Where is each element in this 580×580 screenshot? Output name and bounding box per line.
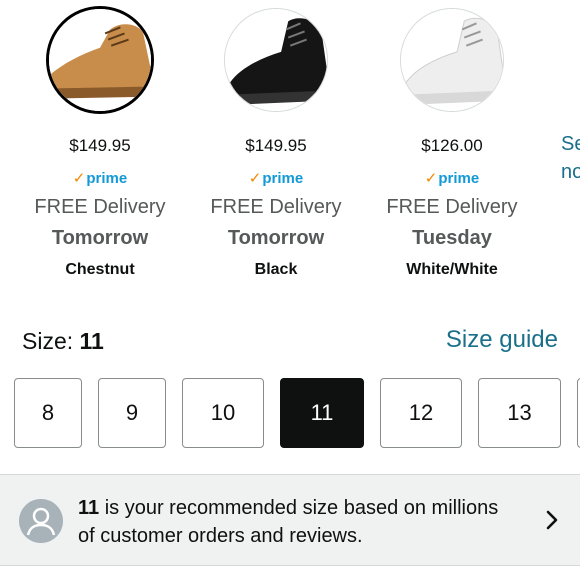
prime-label: prime bbox=[438, 170, 480, 187]
delivery-day: Tomorrow bbox=[51, 227, 149, 249]
delivery-day: Tuesday bbox=[412, 227, 492, 249]
recommendation-message: is your recommended size based on millio… bbox=[78, 497, 499, 547]
prime-label: prime bbox=[86, 170, 128, 187]
see-more-line-2: no bbox=[561, 161, 580, 183]
delivery-text: FREE Delivery bbox=[210, 196, 342, 218]
color-name: Chestnut bbox=[65, 261, 135, 278]
prime-badge: ✓prime bbox=[364, 169, 540, 187]
white-boot-image[interactable] bbox=[400, 8, 504, 112]
boot-icon bbox=[225, 9, 327, 111]
chevron-right-icon[interactable] bbox=[544, 509, 560, 531]
recommended-size: 11 bbox=[78, 497, 100, 519]
delivery-text: FREE Delivery bbox=[34, 196, 166, 218]
see-more-link[interactable]: Se no bbox=[561, 130, 580, 186]
prime-check-icon: ✓ bbox=[72, 170, 86, 187]
color-options: $149.95 ✓prime FREE Delivery Tomorrow Ch… bbox=[0, 0, 580, 300]
see-more-line-1: Se bbox=[561, 133, 580, 155]
prime-badge: ✓prime bbox=[188, 169, 364, 187]
delivery-day: Tomorrow bbox=[227, 227, 325, 249]
size-button-8[interactable]: 8 bbox=[14, 378, 82, 448]
prime-badge: ✓prime bbox=[12, 169, 188, 187]
price: $126.00 bbox=[421, 136, 483, 155]
price: $149.95 bbox=[245, 136, 307, 155]
user-avatar-icon bbox=[19, 499, 63, 543]
black-boot-image[interactable] bbox=[224, 8, 328, 112]
boot-icon bbox=[49, 9, 151, 111]
size-selector: 8 9 10 11 12 13 bbox=[0, 378, 580, 450]
person-icon bbox=[19, 499, 63, 543]
size-guide-link[interactable]: Size guide bbox=[446, 326, 558, 354]
prime-check-icon: ✓ bbox=[248, 170, 262, 187]
size-button-9[interactable]: 9 bbox=[98, 378, 166, 448]
prime-check-icon: ✓ bbox=[424, 170, 438, 187]
selected-size-value: 11 bbox=[79, 328, 104, 354]
size-label: Size: 11 bbox=[22, 328, 104, 355]
size-recommendation-banner[interactable]: 11 is your recommended size based on mil… bbox=[0, 474, 580, 566]
size-button-12[interactable]: 12 bbox=[380, 378, 462, 448]
recommendation-text: 11 is your recommended size based on mil… bbox=[78, 494, 518, 550]
size-button-11[interactable]: 11 bbox=[280, 378, 364, 448]
prime-label: prime bbox=[262, 170, 304, 187]
boot-icon bbox=[401, 9, 503, 111]
size-button-13[interactable]: 13 bbox=[478, 378, 561, 448]
color-name: White/White bbox=[406, 261, 498, 278]
size-button-10[interactable]: 10 bbox=[182, 378, 264, 448]
size-header: Size: 11 Size guide bbox=[22, 326, 580, 360]
size-label-text: Size: bbox=[22, 328, 74, 354]
price: $149.95 bbox=[69, 136, 131, 155]
color-name: Black bbox=[254, 261, 298, 278]
delivery-text: FREE Delivery bbox=[386, 196, 518, 218]
chestnut-boot-image[interactable] bbox=[46, 6, 154, 114]
